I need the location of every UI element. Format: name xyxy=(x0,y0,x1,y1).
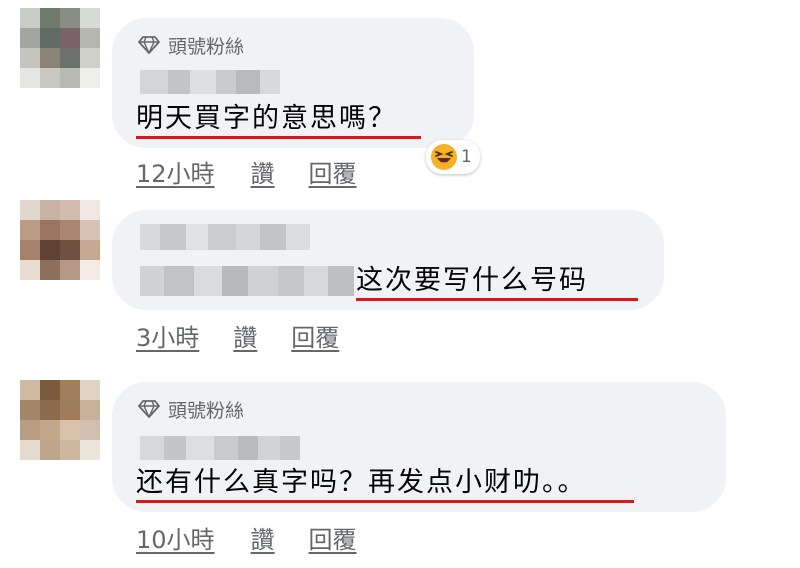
comment-item: 頭號粉絲 明天買字的意思嗎？ 1 12小時 讚 回覆 xyxy=(0,0,800,190)
blurred-username[interactable] xyxy=(140,224,310,250)
top-fan-badge: 頭號粉絲 xyxy=(138,397,245,422)
reply-button[interactable]: 回覆 xyxy=(291,318,339,353)
like-button[interactable]: 讚 xyxy=(233,318,257,353)
blurred-username[interactable] xyxy=(140,436,300,460)
reaction-summary[interactable]: 1 xyxy=(426,140,480,174)
comment-actions: 3小時 讚 回覆 xyxy=(136,318,339,353)
comment-text: 还有什么真字吗？再发点小财叻。。 xyxy=(136,467,587,498)
comment-text: 这次要写什么号码 xyxy=(356,265,588,296)
like-button[interactable]: 讚 xyxy=(251,520,275,555)
blurred-username[interactable] xyxy=(140,70,280,94)
comment-item: 頭號粉絲 还有什么真字吗？再发点小财叻。。 10小時 讚 回覆 xyxy=(0,370,800,568)
comment-text: 明天買字的意思嗎？ xyxy=(136,103,397,134)
reaction-count: 1 xyxy=(461,147,472,167)
avatar[interactable] xyxy=(20,8,100,88)
diamond-icon xyxy=(138,400,160,418)
comment-actions: 12小時 讚 回覆 xyxy=(136,154,357,189)
top-fan-badge: 頭號粉絲 xyxy=(138,33,245,58)
comment-bubble: 頭號粉絲 还有什么真字吗？再发点小财叻。。 xyxy=(112,382,726,512)
like-button[interactable]: 讚 xyxy=(251,154,275,189)
avatar[interactable] xyxy=(20,200,100,280)
comment-item: 这次要写什么号码 3小時 讚 回覆 xyxy=(0,190,800,360)
timestamp-link[interactable]: 3小時 xyxy=(136,318,199,353)
timestamp-link[interactable]: 12小時 xyxy=(136,154,215,189)
reply-button[interactable]: 回覆 xyxy=(309,154,357,189)
diamond-icon xyxy=(138,36,160,54)
comment-bubble: 頭號粉絲 明天買字的意思嗎？ xyxy=(112,18,474,148)
badge-label: 頭號粉絲 xyxy=(168,399,245,422)
blurred-text xyxy=(140,266,354,296)
badge-label: 頭號粉絲 xyxy=(168,35,245,58)
comment-bubble: 这次要写什么号码 xyxy=(112,210,664,310)
timestamp-link[interactable]: 10小時 xyxy=(136,520,215,555)
reply-button[interactable]: 回覆 xyxy=(309,520,357,555)
laughing-emoji-icon xyxy=(431,144,457,170)
comment-actions: 10小時 讚 回覆 xyxy=(136,520,357,555)
avatar[interactable] xyxy=(20,380,100,460)
red-underline xyxy=(136,136,421,139)
red-underline xyxy=(136,500,634,503)
red-underline xyxy=(356,298,638,301)
